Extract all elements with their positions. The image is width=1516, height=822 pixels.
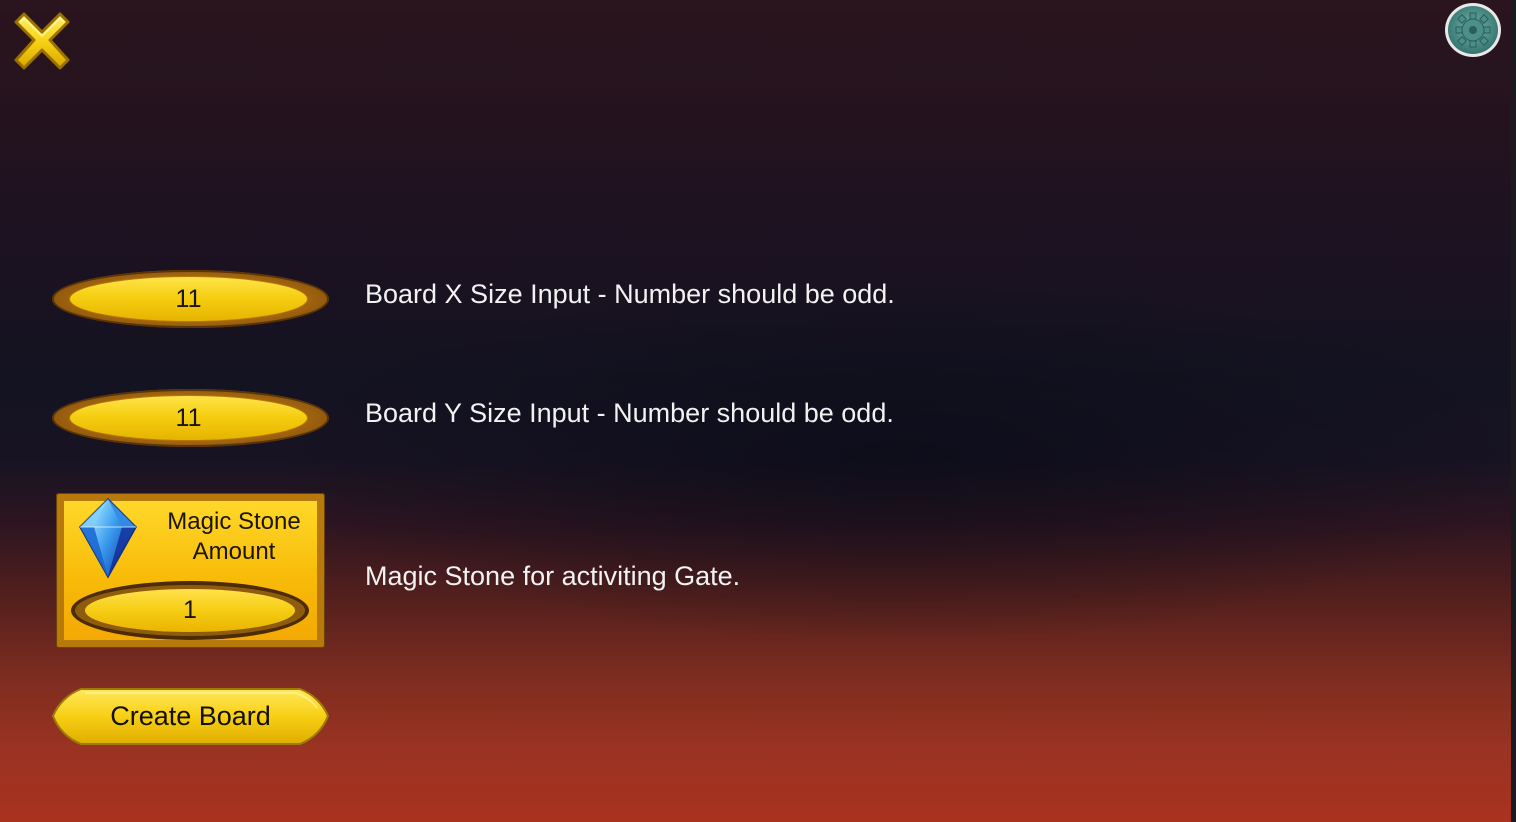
magic-stone-title-line2: Amount (192, 538, 276, 565)
window-edge (1511, 0, 1516, 822)
magic-stone-amount-field (71, 581, 309, 640)
board-y-size-field (52, 389, 329, 447)
board-y-description: Board Y Size Input - Number should be od… (365, 398, 894, 428)
create-board-label: Create Board (110, 701, 271, 731)
magic-stone-amount-input[interactable] (85, 589, 295, 632)
crystal-gem-icon (76, 497, 140, 579)
magic-stone-title: Magic Stone Amount (150, 507, 318, 567)
magic-stone-title-line1: Magic Stone (167, 508, 301, 535)
board-x-size-input[interactable] (70, 277, 307, 321)
settings-button[interactable] (1443, 1, 1503, 59)
board-x-description: Board X Size Input - Number should be od… (365, 279, 895, 309)
magic-stone-description: Magic Stone for activiting Gate. (365, 561, 741, 591)
close-button[interactable] (10, 10, 74, 74)
close-x-icon (14, 12, 70, 70)
board-x-size-field (52, 270, 329, 328)
create-board-button[interactable]: Create Board (51, 686, 330, 747)
board-y-size-input[interactable] (70, 396, 307, 440)
game-board-setup-screen: Board X Size Input - Number should be od… (0, 0, 1516, 822)
gear-icon (1445, 3, 1501, 57)
